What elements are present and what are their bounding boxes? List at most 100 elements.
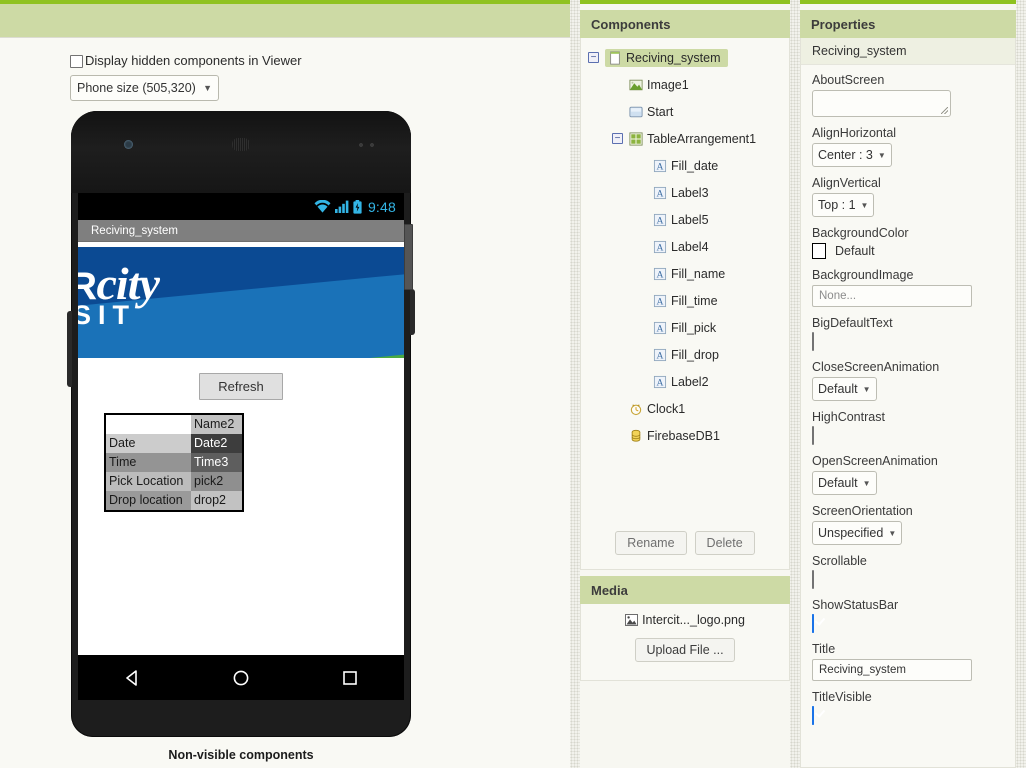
- tree-node-content[interactable]: A Fill_date: [653, 157, 718, 175]
- label-icon: A: [653, 267, 667, 280]
- tree-node-fill_pick[interactable]: A Fill_pick: [581, 314, 789, 341]
- signal-icon: [334, 200, 349, 213]
- collapse-expander-icon[interactable]: −: [612, 133, 623, 144]
- gutter-far-right: [1016, 0, 1026, 768]
- tree-node-content[interactable]: Reciving_system: [605, 48, 729, 67]
- properties-panel-body: Reciving_system AboutScreen AlignHorizont…: [800, 38, 1016, 768]
- property-textarea-aboutscreen[interactable]: [812, 90, 951, 117]
- property-spacer: [812, 259, 1004, 268]
- table-cell-label: Pick Location: [105, 472, 191, 491]
- property-name: BigDefaultText: [812, 316, 893, 330]
- properties-selected-component-label: Reciving_system: [812, 44, 907, 58]
- property-checkbox-titlevisible[interactable]: [812, 706, 814, 725]
- tree-node-fill_date[interactable]: A Fill_date: [581, 152, 789, 179]
- tree-node-firebasedb1[interactable]: FirebaseDB1: [581, 422, 789, 449]
- components-panel: Components − Reciving_system Image1 Start − T…: [580, 10, 790, 570]
- tree-node-label5[interactable]: A Label5: [581, 206, 789, 233]
- label-icon: A: [653, 186, 667, 199]
- tree-node-label: Label4: [671, 239, 709, 254]
- media-file-item[interactable]: Intercit..._logo.png: [625, 613, 745, 627]
- tree-node-content[interactable]: A Label2: [653, 373, 709, 391]
- property-control-row: [812, 570, 1004, 589]
- tree-node-label: Fill_name: [671, 266, 726, 281]
- tree-node-label4[interactable]: A Label4: [581, 233, 789, 260]
- color-swatch-icon[interactable]: [812, 243, 826, 259]
- tree-node-content[interactable]: Clock1: [629, 400, 685, 418]
- tree-node-tablearrangement1[interactable]: − TableArrangement1: [581, 125, 789, 152]
- tree-node-fill_time[interactable]: A Fill_time: [581, 287, 789, 314]
- viewer-scrollbar[interactable]: [404, 224, 413, 290]
- property-checkbox-highcontrast[interactable]: [812, 426, 814, 445]
- intercity-transit-logo[interactable]: TERcity ANSIT: [78, 247, 404, 358]
- home-icon[interactable]: [232, 669, 250, 687]
- phone-screen[interactable]: 9:48 Reciving_system TERcity ANSIT: [78, 193, 404, 655]
- delete-button[interactable]: Delete: [694, 531, 755, 555]
- phone-size-select[interactable]: Phone size (505,320) ▼: [70, 75, 219, 101]
- svg-text:A: A: [657, 242, 664, 253]
- display-hidden-components-checkbox[interactable]: [70, 54, 83, 68]
- tree-node-content[interactable]: TableArrangement1: [629, 130, 756, 148]
- components-panel-body: − Reciving_system Image1 Start − TableArrange…: [580, 38, 790, 570]
- tree-node-label2[interactable]: A Label2: [581, 368, 789, 395]
- tree-node-content[interactable]: A Fill_time: [653, 292, 718, 310]
- tree-node-label: Fill_time: [671, 293, 718, 308]
- tree-node-fill_name[interactable]: A Fill_name: [581, 260, 789, 287]
- tree-node-content[interactable]: A Fill_drop: [653, 346, 719, 364]
- media-panel-title: Media: [591, 582, 628, 598]
- tree-node-content[interactable]: FirebaseDB1: [629, 427, 720, 445]
- tree-node-label: Label5: [671, 212, 709, 227]
- tree-node-clock1[interactable]: Clock1: [581, 395, 789, 422]
- tree-node-label: Fill_drop: [671, 347, 719, 362]
- tree-node-content[interactable]: A Fill_name: [653, 265, 725, 283]
- tree-node-reciving_system[interactable]: − Reciving_system: [581, 44, 789, 71]
- rename-button[interactable]: Rename: [615, 531, 687, 555]
- property-dropdown-alignhorizontal[interactable]: Center : 3 ▼: [812, 143, 892, 167]
- property-dropdown-openscreenanimation[interactable]: Default ▼: [812, 471, 877, 495]
- property-name: OpenScreenAnimation: [812, 454, 938, 468]
- upload-file-button[interactable]: Upload File ...: [635, 638, 735, 662]
- info-table[interactable]: Name2 Date Date2 Time Time3 Pick Location pick…: [104, 413, 244, 512]
- media-file-name: Intercit..._logo.png: [642, 613, 745, 627]
- tree-node-content[interactable]: A Label3: [653, 184, 709, 202]
- tree-node-content[interactable]: A Label5: [653, 211, 709, 229]
- property-control-row: Default: [812, 243, 1004, 259]
- tree-node-content[interactable]: Start: [629, 103, 673, 121]
- app-title-bar: Reciving_system: [78, 220, 404, 242]
- property-spacer: [812, 633, 1004, 642]
- tree-node-content[interactable]: A Label4: [653, 238, 709, 256]
- property-spacer: [812, 725, 1004, 734]
- tree-node-label3[interactable]: A Label3: [581, 179, 789, 206]
- display-hidden-components-row[interactable]: Display hidden components in Viewer: [70, 54, 490, 68]
- property-checkbox-bigdefaulttext[interactable]: [812, 332, 814, 351]
- tree-node-label: FirebaseDB1: [647, 428, 720, 443]
- component-tree[interactable]: − Reciving_system Image1 Start − TableArrange…: [581, 44, 789, 449]
- tree-node-image1[interactable]: Image1: [581, 71, 789, 98]
- gutter-right: [790, 0, 800, 768]
- property-input-backgroundimage[interactable]: None...: [812, 285, 972, 307]
- recents-icon[interactable]: [341, 669, 359, 687]
- property-dropdown-alignvertical[interactable]: Top : 1 ▼: [812, 193, 875, 217]
- label-icon: A: [653, 159, 667, 172]
- property-name: ScreenOrientation: [812, 504, 913, 518]
- media-panel-header: Media: [580, 576, 790, 604]
- property-checkbox-showstatusbar[interactable]: [812, 614, 814, 633]
- property-input-title[interactable]: Reciving_system: [812, 659, 972, 681]
- property-checkbox-scrollable[interactable]: [812, 570, 814, 589]
- property-dropdown-closescreenanimation[interactable]: Default ▼: [812, 377, 877, 401]
- table-row: Pick Location pick2: [105, 472, 243, 491]
- refresh-button[interactable]: Refresh: [199, 373, 283, 400]
- back-icon[interactable]: [123, 669, 141, 687]
- phone-mockup: 9:48 Reciving_system TERcity ANSIT: [67, 111, 415, 737]
- svg-text:A: A: [657, 215, 664, 226]
- tree-node-content[interactable]: A Fill_pick: [653, 319, 716, 337]
- tree-node-fill_drop[interactable]: A Fill_drop: [581, 341, 789, 368]
- property-color-backgroundcolor[interactable]: Default: [812, 243, 1004, 259]
- tree-node-label: Clock1: [647, 401, 686, 416]
- property-dropdown-screenorientation[interactable]: Unspecified ▼: [812, 521, 903, 545]
- components-panel-title: Components: [591, 16, 671, 32]
- collapse-expander-icon[interactable]: −: [588, 52, 599, 63]
- label-icon: A: [653, 321, 667, 334]
- tree-node-start[interactable]: Start: [581, 98, 789, 125]
- tree-node-content[interactable]: Image1: [629, 76, 689, 94]
- display-hidden-components-label: Display hidden components in Viewer: [85, 53, 302, 68]
